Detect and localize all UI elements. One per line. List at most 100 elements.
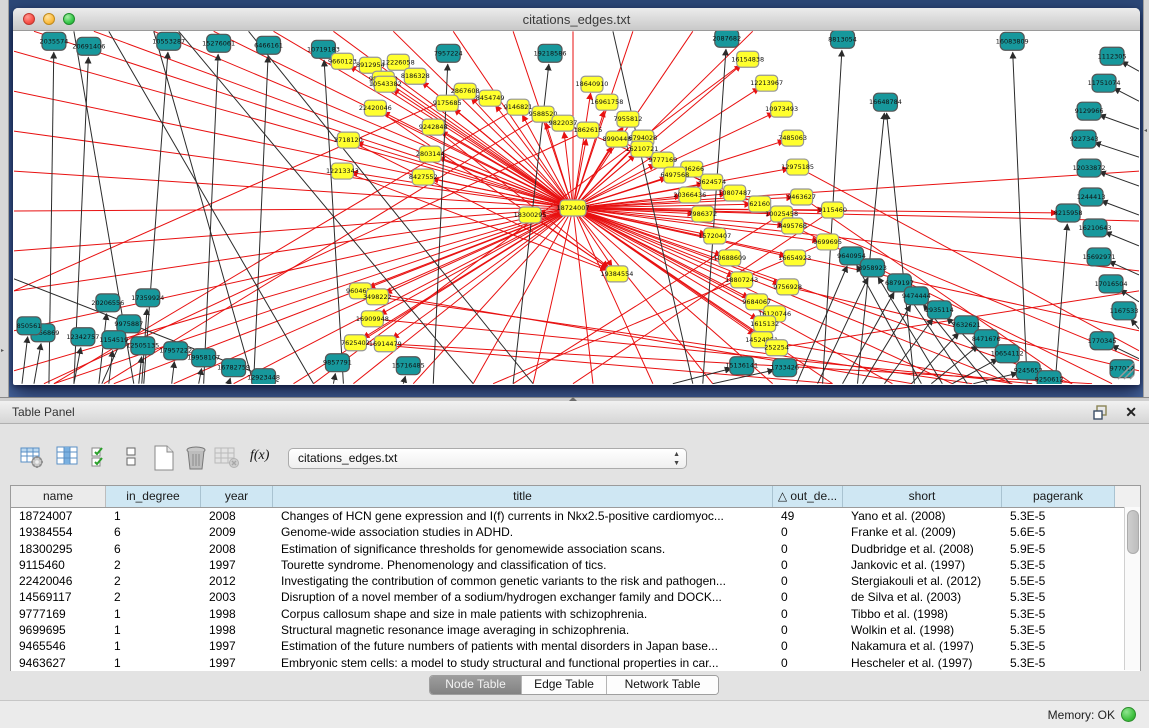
graph-node[interactable]: 9756928	[773, 279, 802, 295]
column-header-title[interactable]: title	[273, 486, 773, 507]
column-header-name[interactable]: name	[11, 486, 106, 507]
graph-node[interactable]: 15692971	[1083, 248, 1116, 266]
graph-node[interactable]: 10553287	[152, 32, 185, 50]
graph-node[interactable]: 9250612	[1035, 371, 1064, 384]
graph-node[interactable]: 16648784	[869, 93, 902, 111]
graph-node[interactable]: 10688609	[713, 250, 746, 266]
graph-node[interactable]: 9227343	[1070, 130, 1099, 148]
column-header-in_degree[interactable]: in_degree	[106, 486, 201, 507]
table-row[interactable]: 969969511998Structural magnetic resonanc…	[11, 622, 1140, 638]
graph-node[interactable]: 7625402	[341, 335, 370, 351]
graph-node[interactable]: 1244413	[1077, 188, 1106, 206]
table-source-select[interactable]: citations_edges.txt ▲▼	[288, 448, 687, 469]
graph-node[interactable]: 8813054	[828, 31, 857, 48]
unselect-rows-icon[interactable]	[124, 445, 140, 469]
close-panel-icon[interactable]: ✕	[1125, 403, 1137, 421]
graph-node[interactable]: 19218586	[534, 44, 567, 62]
graph-node[interactable]: 12923448	[247, 369, 280, 384]
graph-node[interactable]: 6497568	[660, 167, 689, 183]
graph-node[interactable]: 12505135	[126, 337, 159, 355]
graph-node[interactable]: 9115460	[818, 202, 847, 218]
graph-node[interactable]: 9975887	[114, 315, 143, 333]
tab-edge-table[interactable]: Edge Table	[522, 676, 607, 694]
tab-network-table[interactable]: Network Table	[607, 676, 718, 694]
new-table-icon[interactable]	[152, 445, 176, 471]
graph-node[interactable]: 6466161	[254, 36, 283, 54]
network-canvas[interactable]: 203557420691406 10553287 15276061 6466161 10…	[14, 31, 1139, 384]
graph-node[interactable]: 18640910	[576, 76, 609, 92]
graph-node[interactable]: 12342757	[66, 328, 99, 346]
select-all-icon[interactable]	[90, 445, 114, 469]
expand-right-panel-icon[interactable]: ◂	[1144, 128, 1147, 134]
graph-node[interactable]: 20691406	[72, 37, 105, 55]
graph-node[interactable]: 19958107	[187, 349, 220, 367]
graph-node[interactable]: 16154838	[731, 51, 764, 67]
graph-node[interactable]: 2935114	[925, 301, 954, 319]
graph-node[interactable]: 8471676	[972, 330, 1001, 348]
table-scrollbar[interactable]	[1124, 507, 1140, 670]
graph-node[interactable]: 9175685	[433, 95, 462, 111]
graph-node[interactable]: 1154519	[99, 331, 128, 349]
table-row[interactable]: 1938455462009Genome-wide association stu…	[11, 524, 1140, 540]
graph-node[interactable]: 15276061	[202, 34, 235, 52]
graph-node[interactable]: 3498222	[363, 289, 392, 305]
column-header-out_de[interactable]: △ out_de...	[773, 486, 843, 507]
expand-left-panel-icon[interactable]: ▸	[1, 348, 4, 354]
graph-node[interactable]: 12033872	[1073, 159, 1106, 177]
table-row[interactable]: 946554611997Estimation of the future num…	[11, 638, 1140, 654]
graph-node[interactable]: 17016504	[1095, 275, 1128, 293]
graph-node[interactable]: 9857791	[323, 354, 352, 372]
table-row[interactable]: 977716911998Corpus callosum shape and si…	[11, 606, 1140, 622]
float-panel-icon[interactable]	[1093, 404, 1109, 420]
graph-node[interactable]: 9699695	[813, 234, 842, 250]
graph-node[interactable]: 16083809	[996, 32, 1029, 50]
graph-node[interactable]: 16782759	[217, 359, 250, 377]
window-resize-grip[interactable]	[1114, 359, 1136, 381]
graph-node[interactable]: 9242848	[419, 119, 448, 135]
tab-node-table[interactable]: Node Table	[430, 676, 522, 694]
graph-node[interactable]: 2087682	[712, 31, 741, 47]
graph-node[interactable]: 16654923	[778, 250, 811, 266]
graph-node[interactable]: 2718120	[334, 132, 363, 148]
graph-node[interactable]: 17359924	[131, 289, 164, 307]
graph-node[interactable]: 252254	[764, 340, 789, 356]
graph-node[interactable]: 2803144	[416, 146, 445, 162]
column-header-short[interactable]: short	[843, 486, 1002, 507]
graph-node[interactable]: 8958923	[858, 259, 887, 277]
graph-node[interactable]: 8186328	[401, 68, 430, 84]
graph-node[interactable]: 15716485	[392, 357, 425, 375]
graph-node[interactable]: 11751074	[1088, 74, 1121, 92]
graph-node[interactable]: 1615132	[750, 316, 779, 332]
graph-node[interactable]: 12213967	[750, 75, 783, 91]
graph-node[interactable]: 1112305	[1098, 47, 1127, 65]
graph-node[interactable]: 9463627	[787, 189, 816, 205]
table-row[interactable]: 1456911722003Disruption of a novel membe…	[11, 589, 1140, 605]
graph-node[interactable]: 20366436	[673, 187, 706, 203]
graph-node[interactable]: 8215958	[1054, 204, 1083, 222]
table-row[interactable]: 1830029562008Estimation of significance …	[11, 541, 1140, 557]
graph-node[interactable]: 2035574	[40, 32, 69, 50]
graph-node[interactable]: 8454749	[476, 90, 505, 106]
graph-node[interactable]: 16210643	[1079, 219, 1112, 237]
table-settings-icon[interactable]	[20, 445, 44, 469]
table-row[interactable]: 946362711997Embryonic stem cells: a mode…	[11, 655, 1140, 671]
graph-node[interactable]: 7957224	[434, 44, 463, 62]
graph-node[interactable]: 15136141	[725, 357, 758, 375]
graph-node[interactable]: 1167533	[1110, 302, 1139, 320]
delete-column-icon[interactable]	[184, 445, 208, 471]
graph-node[interactable]: 8427552	[409, 169, 438, 185]
graph-node[interactable]: 7955812	[614, 111, 643, 127]
graph-node[interactable]: 10654112	[991, 345, 1024, 363]
graph-node[interactable]: 16961758	[590, 94, 623, 110]
graph-node[interactable]: 9660123	[328, 53, 357, 69]
network-window-titlebar[interactable]: citations_edges.txt	[13, 8, 1140, 31]
graph-node[interactable]: 850561	[17, 317, 42, 335]
graph-node[interactable]: 3624574	[697, 174, 726, 190]
function-builder-icon[interactable]: f(x)	[250, 448, 269, 464]
graph-node[interactable]: 9777169	[648, 152, 677, 168]
table-column-icon[interactable]	[56, 445, 80, 469]
scrollbar-thumb[interactable]	[1127, 510, 1139, 554]
graph-node[interactable]: 12975185	[781, 159, 814, 175]
table-row[interactable]: 2242004622012Investigating the contribut…	[11, 573, 1140, 589]
graph-node[interactable]: 8495768	[778, 218, 807, 234]
